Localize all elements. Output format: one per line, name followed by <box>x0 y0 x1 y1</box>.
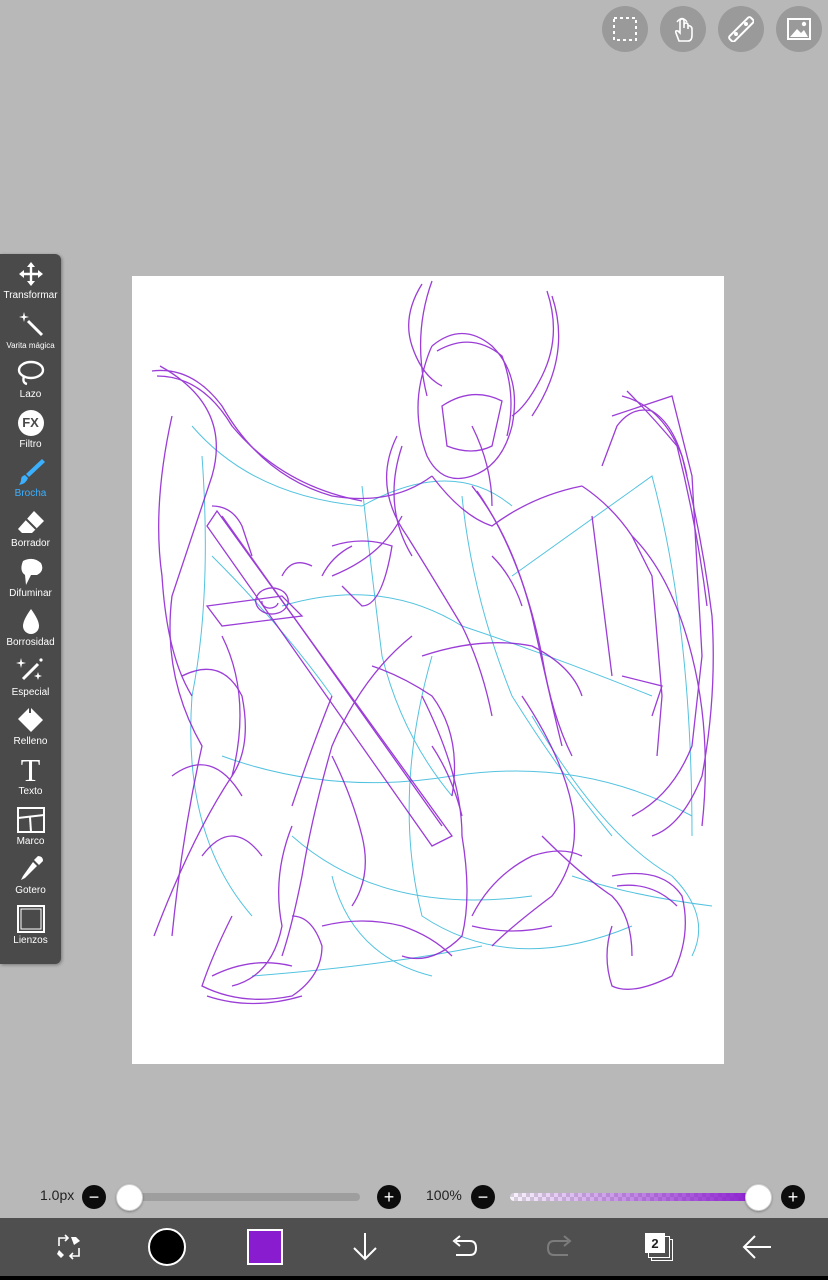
tool-label: Transformar <box>3 290 58 301</box>
tool-label: Borrosidad <box>6 637 55 649</box>
move-arrows-icon <box>18 262 43 286</box>
brush-size-value: 1.0px <box>40 1187 75 1203</box>
canvas-icon <box>16 904 45 933</box>
top-action-buttons <box>602 6 822 52</box>
smudge-icon <box>20 558 42 585</box>
swap-edit-icon <box>57 1234 80 1260</box>
tool-especial[interactable]: Especial <box>0 651 61 701</box>
layer-count: 2 <box>645 1233 665 1253</box>
tool-label: Gotero <box>15 885 46 897</box>
secondary-color-button[interactable] <box>240 1218 290 1276</box>
system-nav-strip <box>0 1276 828 1280</box>
brush-size-slider-knob[interactable] <box>116 1184 143 1211</box>
tool-gotero[interactable]: Gotero <box>0 849 61 899</box>
undo-button[interactable] <box>438 1218 488 1276</box>
undo-icon <box>452 1235 478 1256</box>
secondary-color-swatch <box>247 1229 283 1265</box>
layers-button[interactable]: 2 <box>634 1218 684 1276</box>
sparkle-pen-icon <box>15 657 43 680</box>
tool-borrador[interactable]: Borrador <box>0 502 61 552</box>
tool-label: Texto <box>18 785 43 797</box>
ruler-button[interactable] <box>718 6 764 52</box>
tool-label: Varita mágica <box>6 340 55 350</box>
tool-borrosidad[interactable]: Borrosidad <box>0 601 61 651</box>
tool-texto[interactable]: T Texto <box>0 750 61 800</box>
tool-label: Lienzos <box>13 934 48 946</box>
slider-row: 1.0px − + 100% − + <box>0 1178 828 1214</box>
bottom-toolbar: 2 <box>0 1218 828 1276</box>
brush-icon <box>18 459 45 486</box>
tool-lienzos[interactable]: Lienzos <box>0 899 61 949</box>
tool-lazo[interactable]: Lazo <box>0 353 61 403</box>
tool-filtro[interactable]: FX Filtro <box>0 403 61 453</box>
tool-label: Difuminar <box>9 587 52 599</box>
selection-icon <box>613 17 637 41</box>
minus-icon: − <box>477 1187 489 1207</box>
tool-label: Marco <box>16 835 45 847</box>
opacity-decrease-button[interactable]: − <box>471 1185 495 1209</box>
eyedropper-icon <box>20 856 43 881</box>
save-download-button[interactable] <box>340 1218 390 1276</box>
tool-relleno[interactable]: Relleno <box>0 700 61 750</box>
fill-bucket-icon <box>17 707 43 733</box>
blur-drop-icon <box>22 609 39 635</box>
primary-color-swatch <box>148 1228 186 1266</box>
tool-difuminar[interactable]: Difuminar <box>0 552 61 602</box>
frame-divider-icon <box>16 806 45 833</box>
eraser-icon <box>17 510 44 533</box>
fx-filter-icon: FX <box>17 409 44 436</box>
opacity-slider-knob[interactable] <box>745 1184 772 1211</box>
tool-varita-magica[interactable]: Varita mágica <box>0 304 61 354</box>
opacity-increase-button[interactable]: + <box>781 1185 805 1209</box>
hand-touch-icon <box>674 17 693 42</box>
tool-label: Borrador <box>11 537 50 549</box>
redo-icon <box>546 1235 572 1256</box>
tool-label: Brocha <box>14 488 47 500</box>
brush-size-increase-button[interactable]: + <box>377 1185 401 1209</box>
selection-button[interactable] <box>602 6 648 52</box>
back-button[interactable] <box>732 1218 782 1276</box>
redo-button[interactable] <box>536 1218 586 1276</box>
image-icon <box>787 18 811 40</box>
text-t-icon: T <box>20 751 41 788</box>
tool-label: Lazo <box>19 389 42 401</box>
brush-size-decrease-button[interactable]: − <box>82 1185 106 1209</box>
arrow-down-icon <box>353 1233 377 1261</box>
tool-label: Relleno <box>13 736 48 748</box>
tool-palette: Transformar Varita mágica Lazo FX Filtro… <box>0 254 61 964</box>
opacity-value: 100% <box>426 1187 462 1203</box>
tool-transformar[interactable]: Transformar <box>0 254 61 304</box>
ruler-icon <box>728 16 754 42</box>
tool-label: Filtro <box>19 438 42 450</box>
plus-icon: + <box>383 1187 395 1207</box>
opacity-slider-track[interactable] <box>510 1193 760 1201</box>
tool-marco[interactable]: Marco <box>0 800 61 850</box>
reference-image-button[interactable] <box>776 6 822 52</box>
layers-icon: 2 <box>645 1233 673 1261</box>
primary-color-button[interactable] <box>140 1218 194 1276</box>
tool-label: Especial <box>11 686 50 698</box>
lasso-icon <box>17 360 44 386</box>
drawing-canvas[interactable] <box>132 276 724 1064</box>
swap-colors-button[interactable] <box>44 1218 94 1276</box>
plus-icon: + <box>787 1187 799 1207</box>
arrow-left-icon <box>742 1235 771 1259</box>
tool-brocha[interactable]: Brocha <box>0 452 61 502</box>
brush-size-slider-track[interactable] <box>124 1193 360 1201</box>
magic-wand-icon <box>18 311 43 336</box>
hand-tool-button[interactable] <box>660 6 706 52</box>
minus-icon: − <box>88 1187 100 1207</box>
knight-sketch-artwork <box>151 280 714 1005</box>
